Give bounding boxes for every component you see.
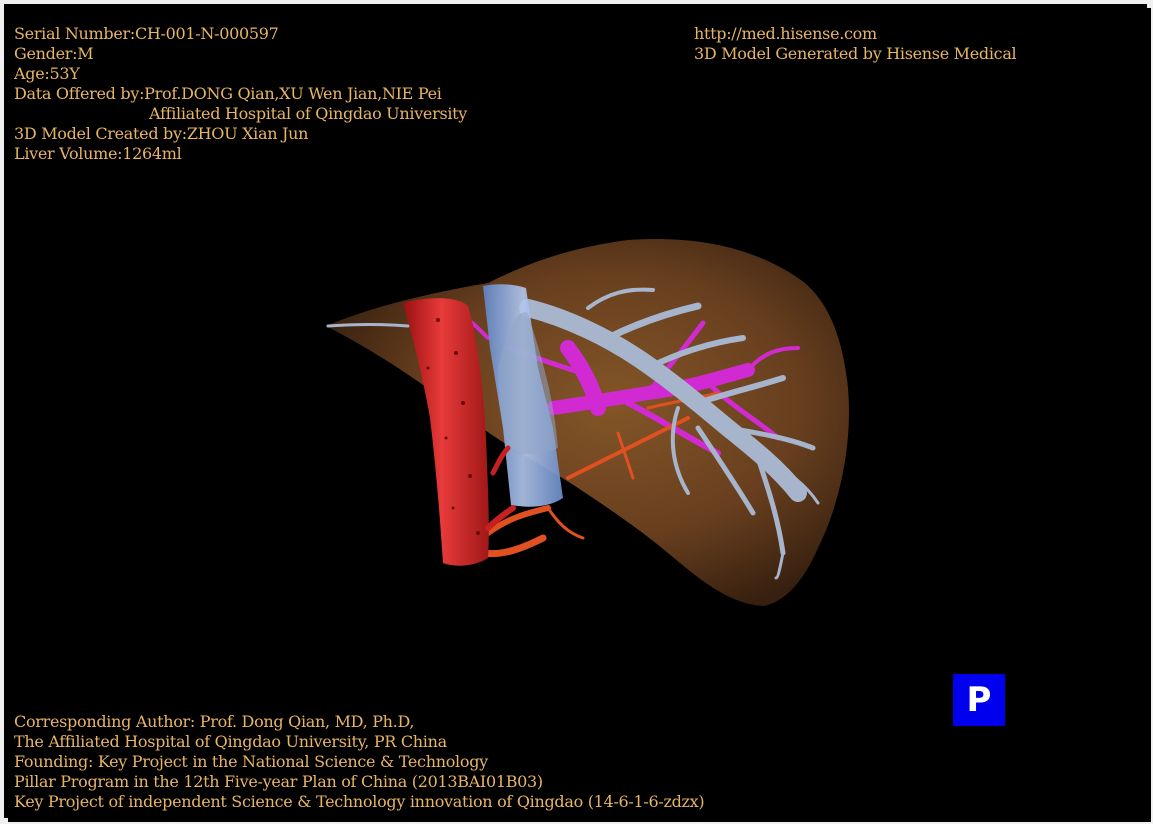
credit-line-5: Key Project of independent Science & Tec…	[14, 792, 705, 811]
credit-line-2: The Affiliated Hospital of Qingdao Unive…	[14, 732, 447, 751]
serial-number: Serial Number:CH-001-N-000597	[14, 24, 279, 43]
header-right-info: http://med.hisense.com 3D Model Generate…	[694, 24, 1017, 64]
liver-volume: Liver Volume:1264ml	[14, 144, 182, 163]
projection-toggle-button[interactable]: P	[953, 674, 1005, 726]
data-offered-by: Data Offered by:Prof.DONG Qian,XU Wen Ji…	[14, 84, 442, 103]
website-url: http://med.hisense.com	[694, 24, 877, 43]
credits: Corresponding Author: Prof. Dong Qian, M…	[14, 712, 705, 812]
viewer-window: Serial Number:CH-001-N-000597 Gender:M A…	[0, 0, 1153, 824]
credit-line-3: Founding: Key Project in the National Sc…	[14, 752, 488, 771]
credit-line-4: Pillar Program in the 12th Five-year Pla…	[14, 772, 543, 791]
model-created-by: 3D Model Created by:ZHOU Xian Jun	[14, 124, 309, 143]
3d-viewport[interactable]: Serial Number:CH-001-N-000597 Gender:M A…	[8, 8, 1151, 822]
patient-info: Serial Number:CH-001-N-000597 Gender:M A…	[14, 24, 467, 164]
generated-by: 3D Model Generated by Hisense Medical	[694, 44, 1017, 63]
credit-line-1: Corresponding Author: Prof. Dong Qian, M…	[14, 712, 415, 731]
age: Age:53Y	[14, 64, 80, 83]
gender: Gender:M	[14, 44, 94, 63]
liver-parenchyma	[326, 239, 849, 606]
hospital-name: Affiliated Hospital of Qingdao Universit…	[149, 104, 468, 123]
